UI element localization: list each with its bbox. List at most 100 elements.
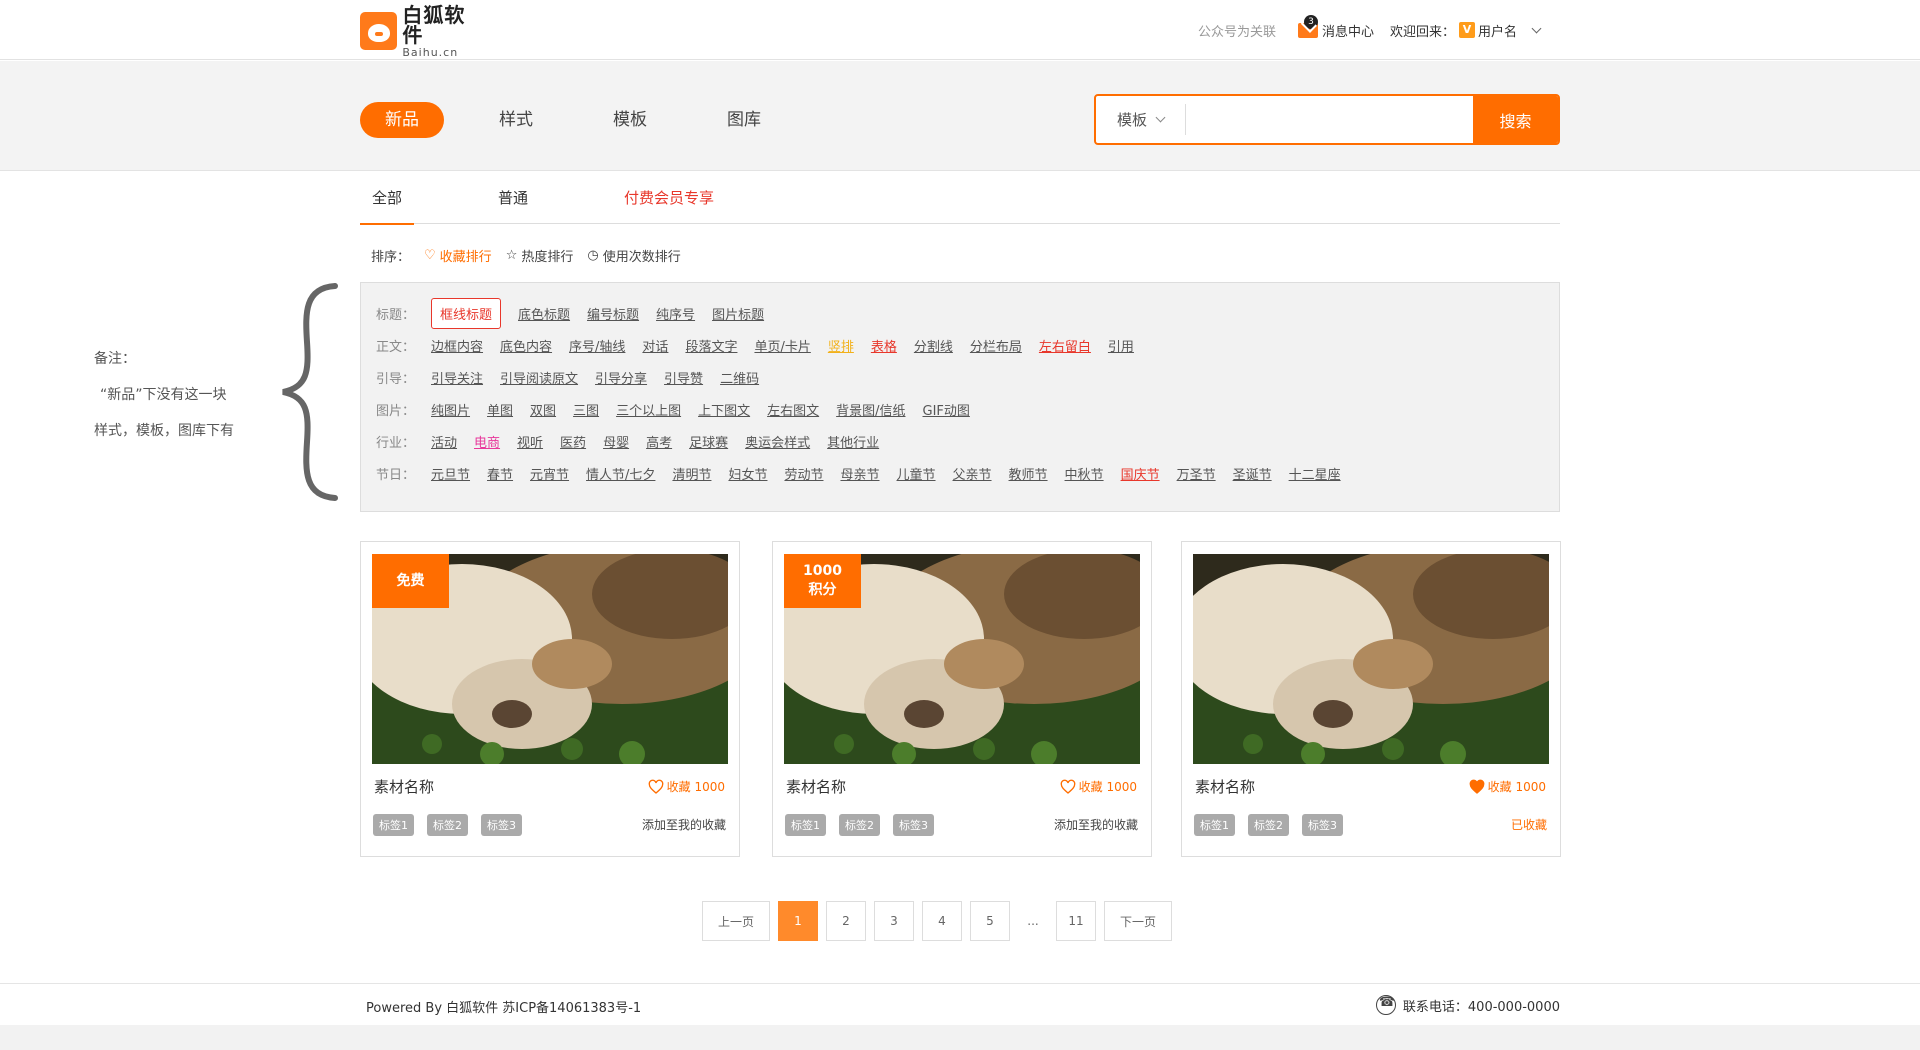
tag[interactable]: 标签3 bbox=[893, 814, 934, 836]
logo[interactable]: 白狐软件 Baihu.cn bbox=[360, 5, 485, 58]
filter-option[interactable]: 左右留白 bbox=[1039, 336, 1091, 355]
tag[interactable]: 标签2 bbox=[427, 814, 468, 836]
filter-option[interactable]: 引导分享 bbox=[595, 368, 647, 387]
filter-option[interactable]: 医药 bbox=[560, 432, 586, 451]
filter-option[interactable]: 单图 bbox=[487, 400, 513, 419]
filter-option[interactable]: 纯图片 bbox=[431, 400, 470, 419]
page-number-button[interactable]: 4 bbox=[922, 901, 962, 941]
filter-option[interactable]: 序号/轴线 bbox=[569, 336, 625, 355]
filter-option[interactable]: 元宵节 bbox=[530, 464, 569, 483]
filter-option[interactable]: 双图 bbox=[530, 400, 556, 419]
filter-option[interactable]: GIF动图 bbox=[923, 400, 970, 419]
filter-option[interactable]: 引导赞 bbox=[664, 368, 703, 387]
filter-option[interactable]: 春节 bbox=[487, 464, 513, 483]
message-center[interactable]: 3 消息中心 bbox=[1297, 14, 1374, 40]
filter-option[interactable]: 足球赛 bbox=[689, 432, 728, 451]
filter-option[interactable]: 教师节 bbox=[1009, 464, 1048, 483]
favorite-count[interactable]: 收藏 1000 bbox=[648, 778, 725, 795]
filter-option[interactable]: 对话 bbox=[642, 336, 668, 355]
sort-favorites[interactable]: ♡ 收藏排行 bbox=[424, 246, 492, 265]
filter-option[interactable]: 框线标题 bbox=[431, 297, 502, 329]
tag[interactable]: 标签2 bbox=[839, 814, 880, 836]
chevron-down-icon[interactable] bbox=[1531, 23, 1542, 33]
search-input[interactable] bbox=[1186, 96, 1473, 143]
filter-option[interactable]: 高考 bbox=[646, 432, 672, 451]
tag[interactable]: 标签2 bbox=[1248, 814, 1289, 836]
add-to-favorites-button[interactable]: 添加至我的收藏 bbox=[642, 816, 726, 833]
page-number-button[interactable]: 11 bbox=[1056, 901, 1096, 941]
next-page-button[interactable]: 下一页 bbox=[1104, 901, 1172, 941]
filter-option[interactable]: 父亲节 bbox=[953, 464, 992, 483]
filter-option[interactable]: 儿童节 bbox=[897, 464, 936, 483]
search-type-select[interactable]: 模板 bbox=[1096, 104, 1186, 135]
filter-option[interactable]: 竖排 bbox=[828, 336, 854, 355]
page-number-button[interactable]: 3 bbox=[874, 901, 914, 941]
filter-option[interactable]: 编号标题 bbox=[587, 304, 639, 323]
filter-option[interactable]: 妇女节 bbox=[728, 464, 767, 483]
filter-option[interactable]: 表格 bbox=[871, 336, 897, 355]
filter-option[interactable]: 母婴 bbox=[603, 432, 629, 451]
tab-normal[interactable]: 普通 bbox=[486, 174, 540, 223]
page-number-button[interactable]: 1 bbox=[778, 901, 818, 941]
filter-option[interactable]: 底色标题 bbox=[518, 304, 570, 323]
filter-option[interactable]: 十二星座 bbox=[1289, 464, 1341, 483]
nav-tab-template[interactable]: 模板 bbox=[588, 102, 672, 138]
material-card[interactable]: 免费 素材名称 收藏 1000 标签1 标签2 标签3 添加至我的收藏 bbox=[360, 541, 740, 857]
filter-option[interactable]: 电商 bbox=[474, 432, 500, 451]
add-to-favorites-button[interactable]: 已收藏 bbox=[1511, 816, 1547, 833]
filter-option[interactable]: 其他行业 bbox=[827, 432, 879, 451]
material-card[interactable]: 素材名称 收藏 1000 标签1 标签2 标签3 已收藏 bbox=[1181, 541, 1561, 857]
filter-option[interactable]: 引用 bbox=[1108, 336, 1134, 355]
filter-option[interactable]: 纯序号 bbox=[656, 304, 695, 323]
filter-option[interactable]: 奥运会样式 bbox=[745, 432, 810, 451]
page-number-button[interactable]: 2 bbox=[826, 901, 866, 941]
material-thumbnail[interactable] bbox=[1193, 554, 1549, 764]
filter-option[interactable]: 段落文字 bbox=[685, 336, 737, 355]
tag[interactable]: 标签1 bbox=[373, 814, 414, 836]
filter-option[interactable]: 引导阅读原文 bbox=[500, 368, 578, 387]
filter-option[interactable]: 活动 bbox=[431, 432, 457, 451]
filter-option[interactable]: 三个以上图 bbox=[616, 400, 681, 419]
filter-option[interactable]: 左右图文 bbox=[767, 400, 819, 419]
favorite-count[interactable]: 收藏 1000 bbox=[1060, 778, 1137, 795]
tag[interactable]: 标签3 bbox=[481, 814, 522, 836]
material-title[interactable]: 素材名称 bbox=[786, 776, 846, 797]
filter-option[interactable]: 引导关注 bbox=[431, 368, 483, 387]
filter-option[interactable]: 母亲节 bbox=[840, 464, 879, 483]
filter-option[interactable]: 背景图/信纸 bbox=[836, 400, 905, 419]
filter-option[interactable]: 清明节 bbox=[672, 464, 711, 483]
nav-tab-new[interactable]: 新品 bbox=[360, 102, 444, 138]
tag[interactable]: 标签1 bbox=[1194, 814, 1235, 836]
filter-option[interactable]: 情人节/七夕 bbox=[586, 464, 655, 483]
filter-option[interactable]: 元旦节 bbox=[431, 464, 470, 483]
add-to-favorites-button[interactable]: 添加至我的收藏 bbox=[1054, 816, 1138, 833]
filter-option[interactable]: 分栏布局 bbox=[970, 336, 1022, 355]
material-card[interactable]: 1000 积分 素材名称 收藏 1000 标签1 标签2 标签3 添加至我的收藏 bbox=[772, 541, 1152, 857]
filter-option[interactable]: 单页/卡片 bbox=[754, 336, 810, 355]
filter-option[interactable]: 上下图文 bbox=[698, 400, 750, 419]
nav-tab-style[interactable]: 样式 bbox=[474, 102, 558, 138]
material-title[interactable]: 素材名称 bbox=[374, 776, 434, 797]
filter-option[interactable]: 万圣节 bbox=[1177, 464, 1216, 483]
filter-option[interactable]: 边框内容 bbox=[431, 336, 483, 355]
page-number-button[interactable]: 5 bbox=[970, 901, 1010, 941]
filter-option[interactable]: 视听 bbox=[517, 432, 543, 451]
follow-link[interactable]: 公众号为关联 bbox=[1198, 21, 1276, 40]
filter-option[interactable]: 底色内容 bbox=[500, 336, 552, 355]
filter-option[interactable]: 三图 bbox=[573, 400, 599, 419]
filter-option[interactable]: 中秋节 bbox=[1065, 464, 1104, 483]
tab-vip-only[interactable]: 付费会员专享 bbox=[612, 174, 726, 223]
material-title[interactable]: 素材名称 bbox=[1195, 776, 1255, 797]
favorite-count[interactable]: 收藏 1000 bbox=[1469, 778, 1546, 795]
tag[interactable]: 标签3 bbox=[1302, 814, 1343, 836]
prev-page-button[interactable]: 上一页 bbox=[702, 901, 770, 941]
filter-option[interactable]: 二维码 bbox=[720, 368, 759, 387]
username[interactable]: 用户名 bbox=[1478, 21, 1517, 40]
filter-option[interactable]: 国庆节 bbox=[1121, 464, 1160, 483]
filter-option[interactable]: 劳动节 bbox=[784, 464, 823, 483]
tab-all[interactable]: 全部 bbox=[360, 174, 415, 225]
tag[interactable]: 标签1 bbox=[785, 814, 826, 836]
filter-option[interactable]: 分割线 bbox=[914, 336, 953, 355]
filter-option[interactable]: 圣诞节 bbox=[1233, 464, 1272, 483]
sort-popularity[interactable]: ☆ 热度排行 bbox=[506, 246, 574, 265]
